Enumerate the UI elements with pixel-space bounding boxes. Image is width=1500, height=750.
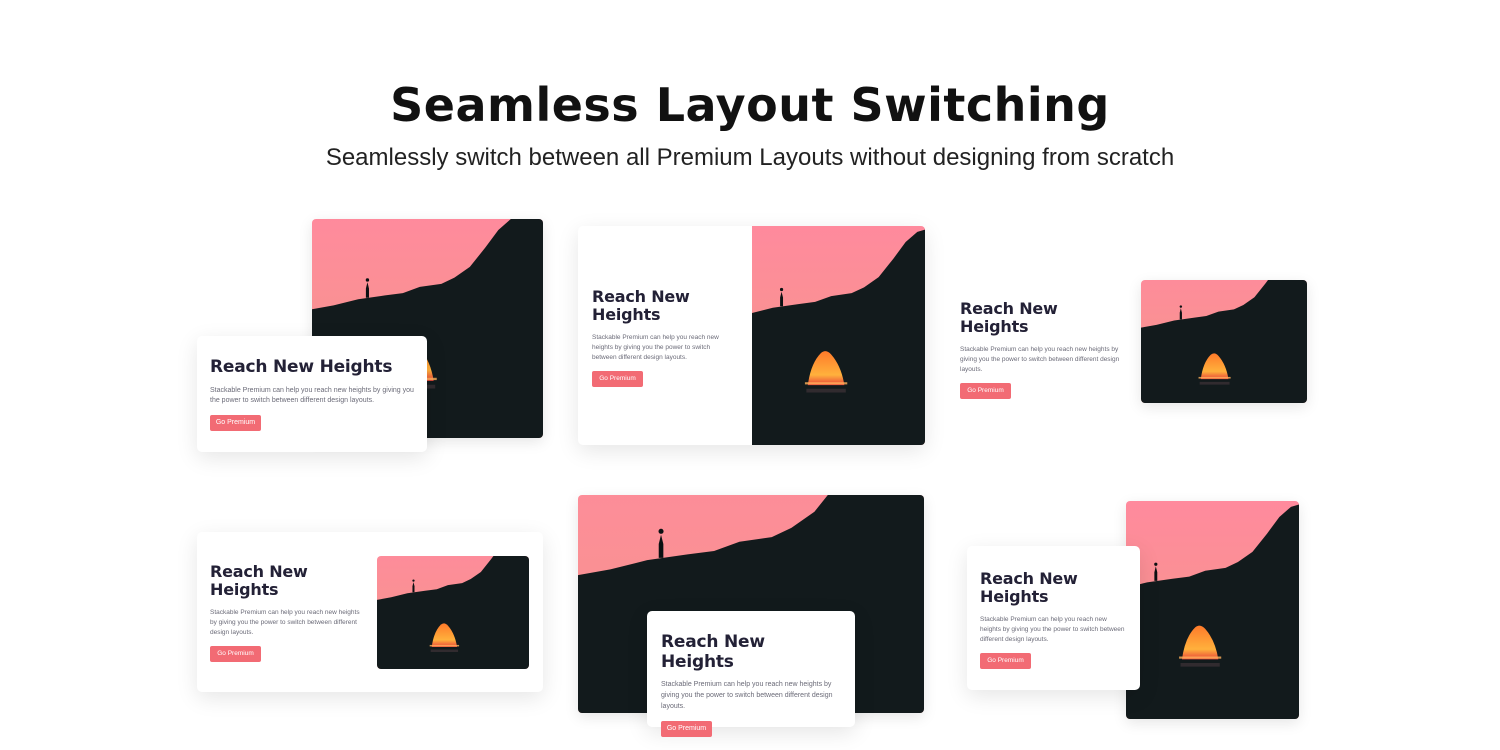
sunset-cliff-icon	[1126, 501, 1299, 719]
card-title: Reach New Heights	[980, 569, 1078, 607]
cliff-sunset-image	[752, 226, 925, 445]
card-title: Reach New Heights	[210, 357, 393, 377]
content-card: Reach New Heights Stackable Premium can …	[967, 546, 1140, 690]
go-premium-button[interactable]: Go Premium	[661, 720, 712, 737]
content-card: Reach New Heights Stackable Premium can …	[647, 611, 855, 737]
go-premium-button[interactable]: Go Premium	[592, 370, 643, 387]
page-title: Seamless Layout Switching	[390, 78, 1110, 132]
card-description: Stackable Premium can help you reach new…	[592, 333, 719, 361]
page-subtitle: Seamlessly switch between all Premium La…	[325, 144, 1175, 171]
cliff-sunset-image	[1126, 501, 1299, 719]
go-premium-button[interactable]: Go Premium	[210, 415, 261, 432]
card-title: Reach New Heights	[960, 299, 1058, 337]
card-title: Reach New Heights	[661, 632, 765, 672]
card-description: Stackable Premium can help you reach new…	[661, 681, 833, 710]
cliff-sunset-image	[1141, 280, 1307, 403]
cliff-sunset-image	[377, 556, 529, 669]
card-description: Stackable Premium can help you reach new…	[210, 386, 414, 405]
content-block: Reach New Heights Stackable Premium can …	[960, 299, 1125, 399]
card-title: Reach New Heights	[592, 287, 690, 325]
card-description: Stackable Premium can help you reach new…	[960, 345, 1120, 373]
sunset-cliff-icon	[752, 226, 925, 445]
sunset-cliff-icon	[377, 556, 529, 669]
go-premium-button[interactable]: Go Premium	[980, 652, 1031, 669]
sunset-cliff-icon	[1141, 280, 1307, 403]
card-title: Reach New Heights	[210, 562, 308, 600]
card-description: Stackable Premium can help you reach new…	[210, 608, 360, 636]
card-description: Stackable Premium can help you reach new…	[980, 615, 1125, 643]
content-card: Reach New Heights Stackable Premium can …	[197, 336, 427, 452]
go-premium-button[interactable]: Go Premium	[210, 645, 261, 662]
go-premium-button[interactable]: Go Premium	[960, 382, 1011, 399]
